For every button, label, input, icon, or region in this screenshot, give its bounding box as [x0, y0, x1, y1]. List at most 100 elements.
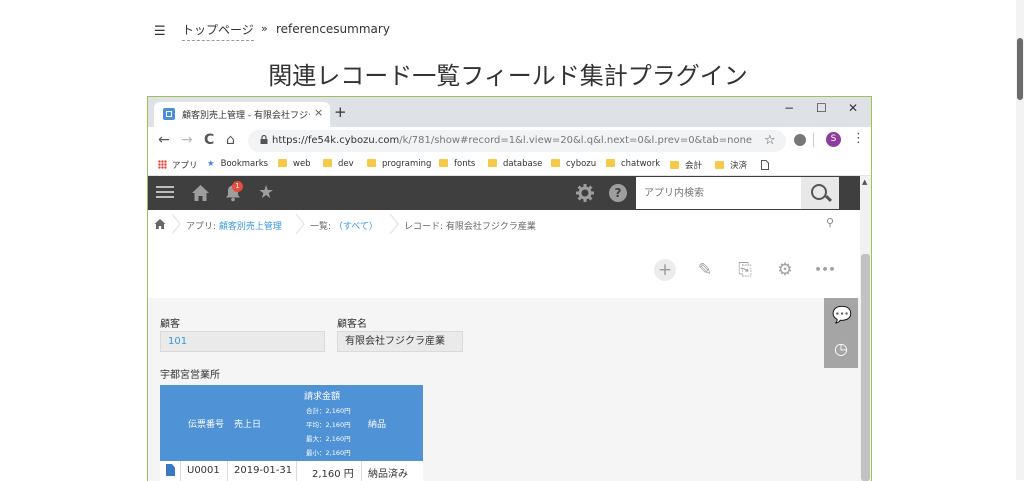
bookmark-folder[interactable]: 会計: [670, 159, 702, 171]
folder-icon: [606, 159, 615, 167]
column-header-sales-date: 売上日: [234, 420, 262, 430]
bookmark-apps[interactable]: アプリ: [158, 159, 198, 171]
folder-icon: [439, 159, 448, 167]
duplicate-record-button[interactable]: ⎘: [734, 259, 756, 281]
column-header-delivery: 納品: [368, 420, 387, 430]
address-bar[interactable]: https://fe54k.cybozu.com/k/781/show#reco…: [248, 130, 786, 152]
portal-home-icon[interactable]: [154, 218, 166, 230]
column-header-amount: 請求金額: [304, 392, 341, 402]
customer-field[interactable]: 101: [160, 331, 325, 352]
folder-icon: [278, 159, 287, 167]
page-scrollbar-thumb[interactable]: [1017, 38, 1023, 100]
customer-link[interactable]: 101: [168, 336, 187, 347]
pin-icon[interactable]: ⚲: [826, 216, 834, 229]
column-header-slip-no: 伝票番号: [188, 420, 225, 430]
browser-tab[interactable]: 顧客別売上管理 - 有限会社フジクラ産業 ×: [154, 102, 330, 127]
home-icon[interactable]: ⌂: [226, 132, 235, 148]
app-search-input[interactable]: [636, 177, 801, 209]
tab-title: 顧客別売上管理 - 有限会社フジクラ産業: [182, 111, 310, 121]
bookmarks-star-icon: ★: [207, 159, 215, 169]
close-window-button[interactable]: ✕: [848, 101, 858, 115]
breadcrumb-home-link[interactable]: トップページ: [182, 21, 254, 41]
profile-avatar[interactable]: S: [826, 132, 841, 147]
document-icon[interactable]: [166, 464, 175, 476]
help-icon[interactable]: ?: [609, 184, 627, 202]
inner-scrollbar[interactable]: ▲: [860, 176, 871, 481]
kintone-header: 1 ★ ?: [148, 176, 860, 210]
cell-slip-no: U0001: [187, 465, 220, 476]
folder-icon: [551, 159, 560, 167]
record-action-toolbar: + ✎ ⎘ ⚙ •••: [148, 240, 860, 299]
edit-record-button[interactable]: ✎: [694, 259, 716, 281]
bookmark-bookmarks[interactable]: ★ Bookmarks: [207, 159, 268, 169]
table-row[interactable]: U0001 2019-01-31 2,160 円 納品済み: [160, 461, 423, 481]
bookmark-folder[interactable]: web: [278, 159, 311, 169]
sidebar-tabs: 💬 ◷: [824, 298, 858, 368]
page-scrollbar[interactable]: [1016, 0, 1024, 480]
related-records-table-header: 伝票番号 売上日 請求金額 合計：2,160円 平均：2,160円 最大：2,1…: [160, 385, 423, 461]
kintone-app-icon: [163, 108, 175, 120]
embedded-screenshot: 顧客別売上管理 - 有限会社フジクラ産業 × + − ☐ ✕ ← → C ⌂ h…: [147, 96, 872, 481]
page-title: 関連レコード一覧フィールド集計プラグイン: [268, 62, 748, 90]
url-path: /k/781/show#record=1&l.view=20&l.q&l.nex…: [399, 135, 753, 146]
back-icon[interactable]: ←: [158, 132, 170, 148]
office-label: 宇都宮営業所: [160, 370, 220, 381]
toolbar-divider: [813, 133, 814, 147]
page-bookmark-icon[interactable]: [761, 160, 769, 170]
browser-menu-icon[interactable]: ⋮: [852, 131, 865, 146]
new-tab-button[interactable]: +: [334, 103, 347, 121]
kintone-breadcrumb: アプリ: 顧客別売上管理 一覧: （すべて） レコード: 有限会社フジクラ産業 …: [148, 210, 860, 241]
folder-icon: [323, 159, 332, 167]
tab-close-icon[interactable]: ×: [314, 106, 323, 119]
app-settings-button[interactable]: ⚙: [774, 259, 796, 281]
breadcrumb-chevron: [389, 214, 399, 234]
extension-icon[interactable]: [794, 134, 806, 146]
breadcrumb-app: アプリ: 顧客別売上管理: [186, 222, 282, 232]
breadcrumb-chevron: [295, 214, 305, 234]
kintone-menu-icon[interactable]: [156, 183, 174, 201]
bookmark-folder[interactable]: dev: [323, 159, 354, 169]
url-host: https://fe54k.cybozu.com: [272, 135, 400, 146]
bookmark-star-icon[interactable]: ☆: [764, 133, 776, 148]
customer-name-field: 有限会社フジクラ産業: [337, 331, 463, 352]
bookmark-folder[interactable]: fonts: [439, 159, 475, 169]
cell-amount: 2,160 円: [312, 469, 354, 480]
add-record-button[interactable]: +: [654, 259, 676, 281]
breadcrumb-app-link[interactable]: 顧客別売上管理: [219, 222, 282, 232]
history-icon[interactable]: ◷: [832, 340, 850, 358]
bookmark-folder[interactable]: 決済: [715, 159, 747, 171]
search-button[interactable]: [801, 177, 839, 209]
reload-icon[interactable]: C: [204, 132, 214, 148]
breadcrumb-current: referencesummary: [276, 22, 390, 36]
folder-icon: [670, 161, 679, 169]
inner-scrollbar-thumb[interactable]: [861, 254, 870, 481]
bookmark-folder[interactable]: programing: [367, 159, 431, 169]
breadcrumb-chevron: [171, 214, 181, 234]
comment-icon[interactable]: 💬: [832, 306, 852, 324]
customer-name-label: 顧客名: [337, 319, 367, 330]
breadcrumb-list: 一覧: （すべて）: [310, 222, 378, 232]
home-icon[interactable]: [191, 184, 210, 202]
folder-icon: [488, 159, 497, 167]
folder-icon: [715, 161, 724, 169]
favorites-star-icon[interactable]: ★: [258, 182, 274, 203]
breadcrumb-separator: »: [261, 22, 268, 35]
bookmark-folder[interactable]: database: [488, 159, 542, 169]
bookmark-folder[interactable]: cybozu: [551, 159, 596, 169]
minimize-button[interactable]: −: [784, 101, 794, 115]
scroll-up-arrow-icon[interactable]: ▲: [862, 178, 867, 186]
breadcrumb-list-link[interactable]: （すべて）: [334, 222, 378, 232]
cell-delivery: 納品済み: [368, 469, 408, 480]
notification-badge: 1: [232, 181, 243, 192]
lock-icon: [260, 135, 268, 144]
summary-average: 平均：2,160円: [306, 421, 351, 429]
bookmark-folder[interactable]: chatwork: [606, 159, 660, 169]
forward-icon[interactable]: →: [181, 132, 193, 148]
more-options-button[interactable]: •••: [814, 259, 836, 281]
maximize-button[interactable]: ☐: [816, 101, 827, 115]
hamburger-menu-icon[interactable]: ☰: [154, 24, 166, 39]
folder-icon: [367, 159, 376, 167]
breadcrumb-record: レコード: 有限会社フジクラ産業: [404, 222, 536, 232]
settings-gear-icon[interactable]: [576, 184, 594, 202]
url-text: https://fe54k.cybozu.com/k/781/show#reco…: [272, 135, 752, 146]
